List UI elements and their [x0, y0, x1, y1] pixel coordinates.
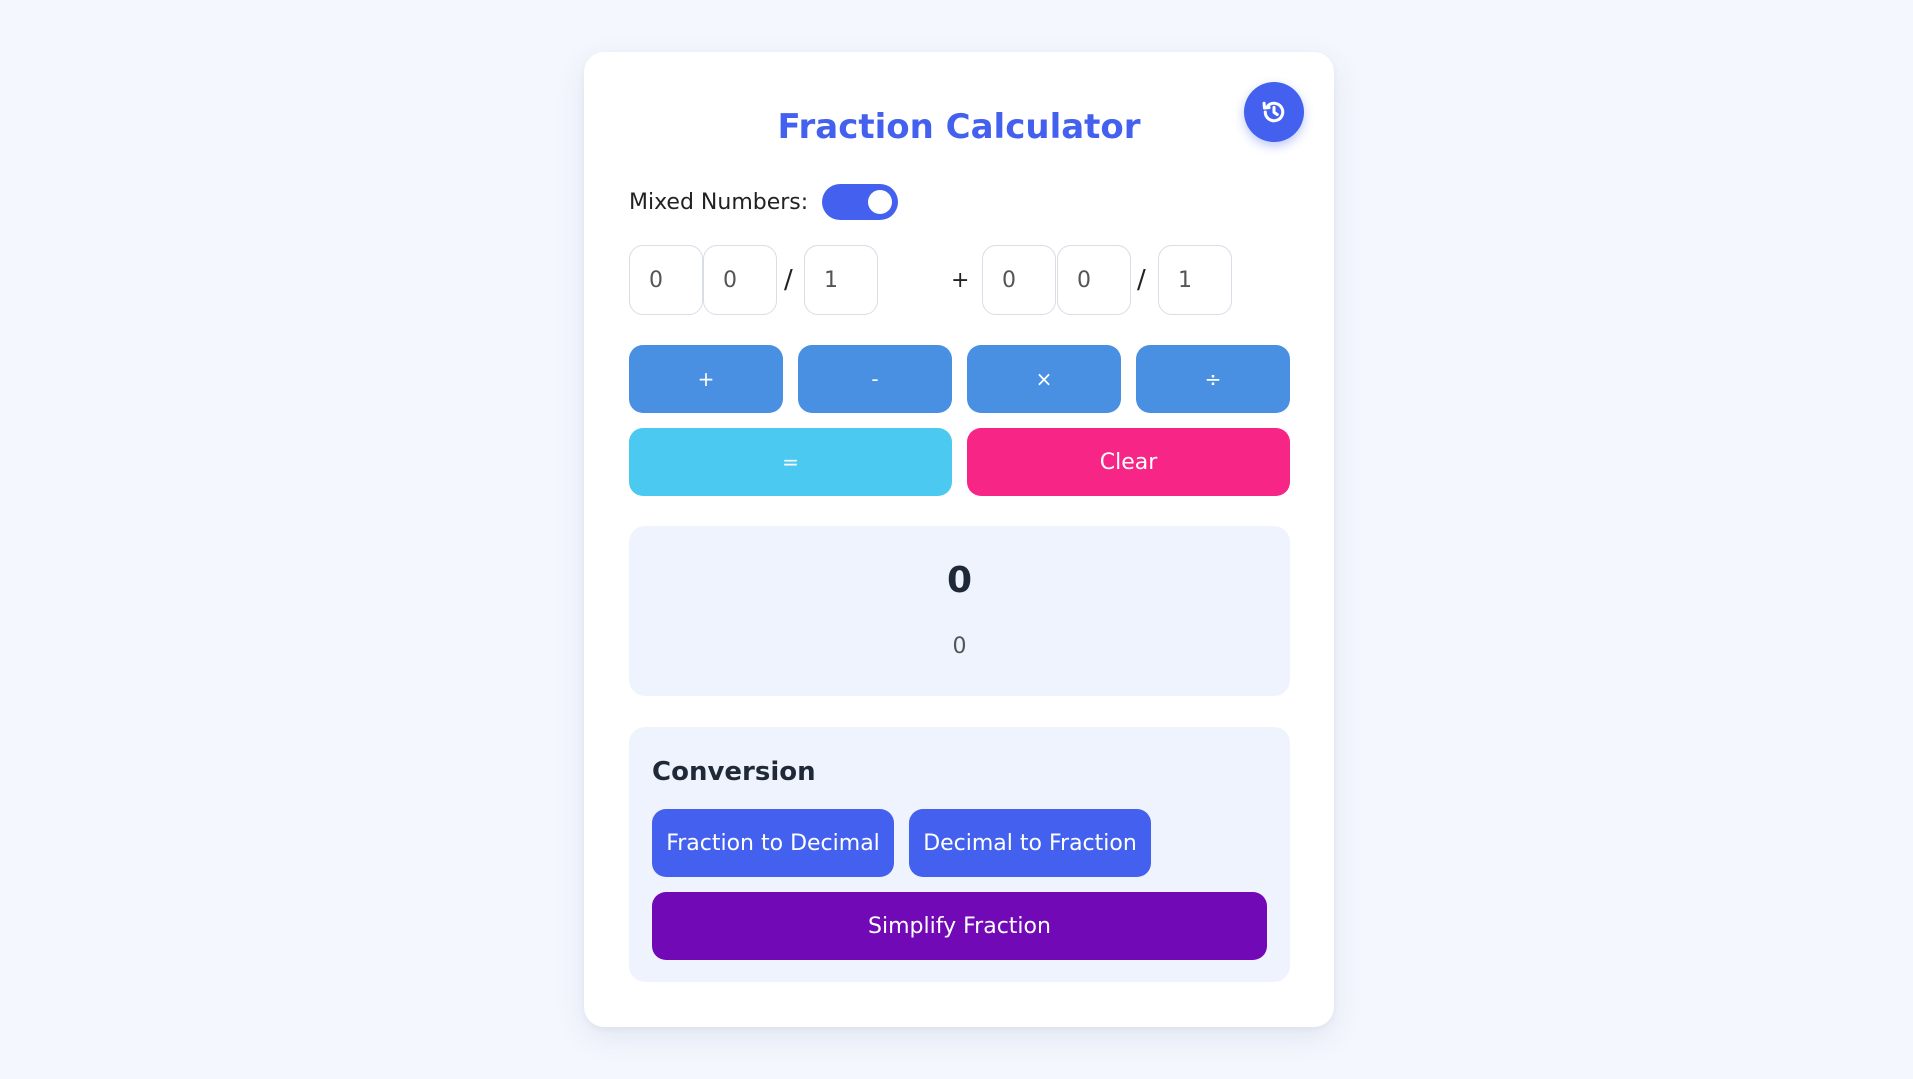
result-decimal: 0: [952, 634, 967, 659]
fraction1-numerator-input[interactable]: 0: [703, 245, 777, 315]
fraction2-denominator-input[interactable]: 1: [1158, 245, 1232, 315]
decimal-to-fraction-button[interactable]: Decimal to Fraction: [909, 809, 1151, 877]
subtract-button[interactable]: -: [798, 345, 952, 413]
conversion-panel: Conversion Fraction to Decimal Decimal t…: [629, 727, 1290, 982]
multiply-button[interactable]: ×: [967, 345, 1121, 413]
fraction2-whole-input[interactable]: 0: [982, 245, 1056, 315]
fraction1-denominator-input[interactable]: 1: [804, 245, 878, 315]
toggle-knob: [868, 190, 893, 214]
conversion-title: Conversion: [652, 757, 816, 787]
divide-button[interactable]: ÷: [1136, 345, 1290, 413]
fraction-inputs: 0 0 / 1 + 0 0 / 1: [629, 245, 1289, 315]
mixed-numbers-toggle[interactable]: [822, 184, 899, 220]
current-operator: +: [951, 267, 970, 293]
equals-button[interactable]: =: [629, 428, 952, 496]
fraction1-slash: /: [784, 265, 793, 295]
result-panel: 0 0: [629, 526, 1290, 696]
mixed-numbers-row: Mixed Numbers:: [629, 182, 899, 222]
fraction2-numerator-input[interactable]: 0: [1057, 245, 1131, 315]
simplify-fraction-button[interactable]: Simplify Fraction: [652, 892, 1267, 960]
calculator-card: Fraction Calculator Mixed Numbers: 0 0 /…: [584, 52, 1334, 1027]
fraction-to-decimal-button[interactable]: Fraction to Decimal: [652, 809, 894, 877]
clear-button[interactable]: Clear: [967, 428, 1290, 496]
mixed-numbers-label: Mixed Numbers:: [629, 189, 809, 215]
result-value: 0: [946, 560, 973, 601]
add-button[interactable]: +: [629, 345, 783, 413]
page-title: Fraction Calculator: [777, 107, 1141, 147]
fraction2-slash: /: [1137, 265, 1146, 295]
fraction1-whole-input[interactable]: 0: [629, 245, 703, 315]
